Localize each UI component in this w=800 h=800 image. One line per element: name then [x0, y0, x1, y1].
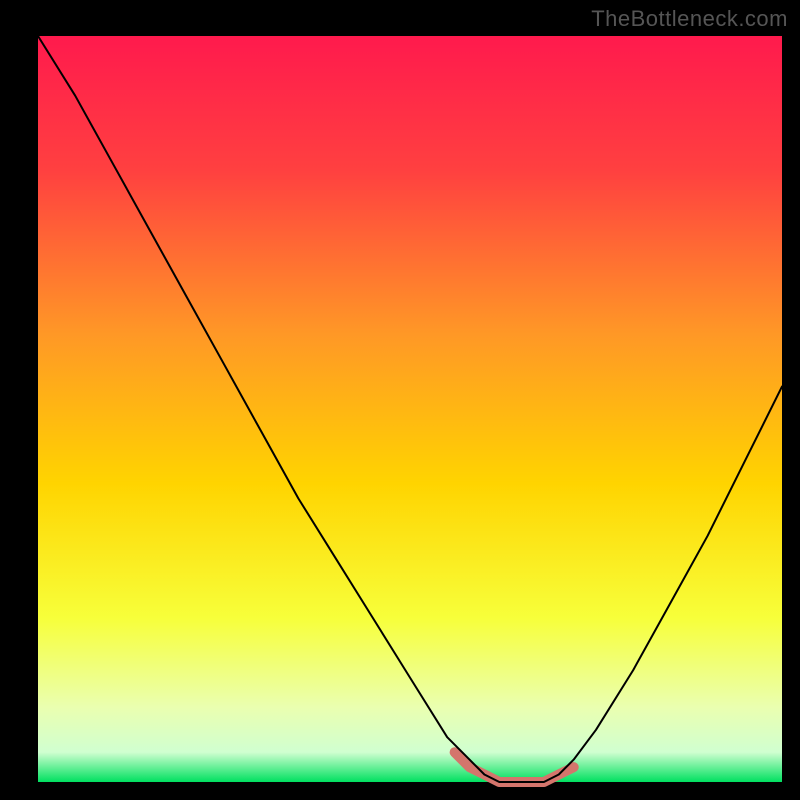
chart-svg [0, 0, 800, 800]
watermark-text: TheBottleneck.com [591, 6, 788, 32]
chart-frame: TheBottleneck.com [0, 0, 800, 800]
plot-background [38, 36, 782, 782]
